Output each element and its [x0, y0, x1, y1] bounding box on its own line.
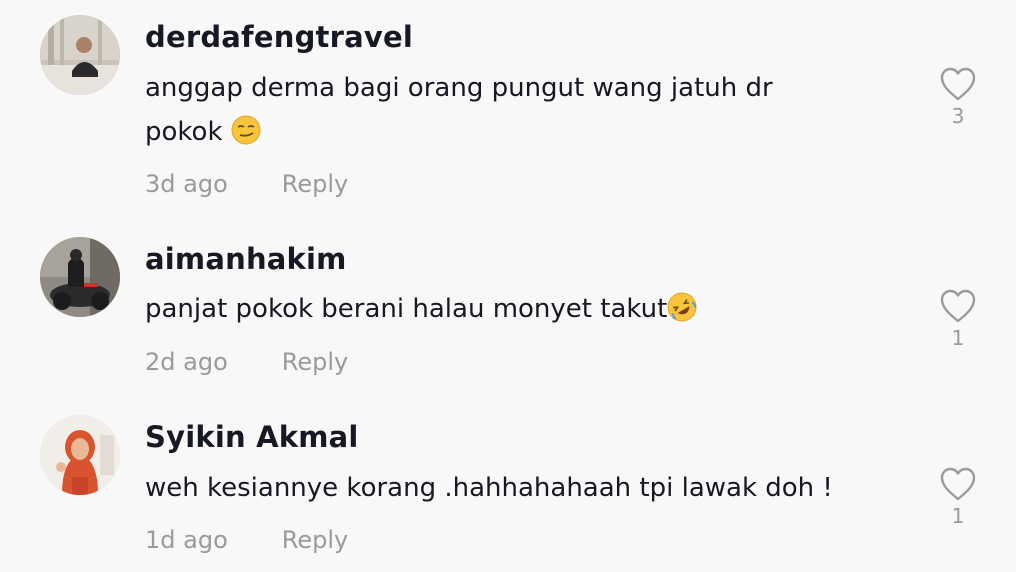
- username[interactable]: aimanhakim: [145, 242, 347, 276]
- like-button[interactable]: 1: [938, 466, 978, 528]
- timestamp: 3d ago: [145, 170, 228, 198]
- avatar[interactable]: [40, 237, 120, 317]
- avatar[interactable]: [40, 15, 120, 95]
- comment-text-line: pokok: [145, 110, 865, 154]
- username[interactable]: Syikin Akmal: [145, 420, 359, 454]
- avatar[interactable]: [40, 415, 120, 495]
- avatar-image: [40, 237, 120, 317]
- comment-text-line: anggap derma bagi orang pungut wang jatu…: [145, 73, 773, 103]
- like-button[interactable]: 3: [938, 66, 978, 128]
- comment-text-line: panjat pokok berani halau monyet takut: [145, 287, 865, 331]
- comment-meta: 1d ago Reply: [145, 526, 348, 554]
- smirking-face-emoji: [231, 115, 261, 145]
- rolling-on-floor-laughing-emoji: [667, 292, 697, 322]
- heart-outline-icon: [940, 467, 976, 501]
- heart-outline-icon: [940, 67, 976, 101]
- reply-button[interactable]: Reply: [282, 348, 348, 376]
- avatar-image: [40, 15, 120, 95]
- reply-button[interactable]: Reply: [282, 526, 348, 554]
- comment-text: anggap derma bagi orang pungut wang jatu…: [145, 66, 865, 154]
- comment-text-line: weh kesiannye korang .hahhahahaah tpi la…: [145, 473, 833, 503]
- timestamp: 2d ago: [145, 348, 228, 376]
- avatar-image: [40, 415, 120, 495]
- comment-meta: 3d ago Reply: [145, 170, 348, 198]
- like-count: 3: [951, 104, 965, 128]
- like-button[interactable]: 1: [938, 288, 978, 350]
- comment-text: panjat pokok berani halau monyet takut: [145, 287, 865, 331]
- comment-text: weh kesiannye korang .hahhahahaah tpi la…: [145, 466, 865, 510]
- like-count: 1: [951, 326, 965, 350]
- timestamp: 1d ago: [145, 526, 228, 554]
- comment-text-fragment: panjat pokok berani halau monyet takut: [145, 294, 668, 324]
- reply-button[interactable]: Reply: [282, 170, 348, 198]
- heart-outline-icon: [940, 289, 976, 323]
- comment-text-fragment: pokok: [145, 117, 223, 147]
- like-count: 1: [951, 504, 965, 528]
- comment-meta: 2d ago Reply: [145, 348, 348, 376]
- username[interactable]: derdafengtravel: [145, 20, 413, 54]
